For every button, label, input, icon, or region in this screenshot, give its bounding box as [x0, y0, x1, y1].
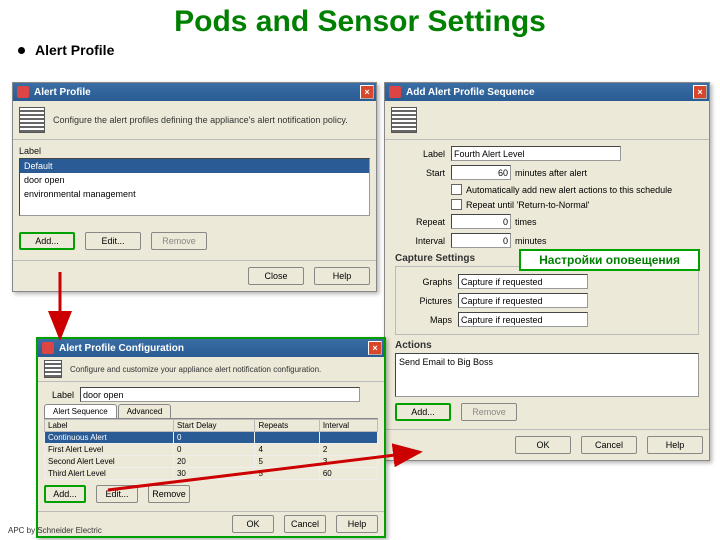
interval-unit: minutes — [515, 236, 547, 246]
remove-button[interactable]: Remove — [148, 485, 190, 503]
help-button[interactable]: Help — [336, 515, 378, 533]
auto-add-label: Automatically add new alert actions to t… — [466, 185, 672, 195]
close-icon[interactable]: × — [693, 85, 707, 99]
header-row: Configure and customize your appliance a… — [38, 357, 384, 382]
label-heading: Label — [19, 146, 370, 156]
tab-advanced[interactable]: Advanced — [118, 404, 172, 418]
label-field[interactable] — [80, 387, 360, 402]
close-icon[interactable]: × — [368, 341, 382, 355]
action-item[interactable]: Send Email to Big Boss — [399, 357, 695, 367]
add-button[interactable]: Add... — [19, 232, 75, 250]
actions-heading: Actions — [395, 340, 699, 351]
label-lab: Label — [395, 149, 445, 159]
start-unit: minutes after alert — [515, 168, 587, 178]
help-button[interactable]: Help — [647, 436, 703, 454]
remove-button: Remove — [151, 232, 207, 250]
start-field[interactable] — [451, 165, 511, 180]
col-interval: Interval — [319, 420, 377, 432]
bullet-icon — [18, 47, 25, 54]
edit-button[interactable]: Edit... — [85, 232, 141, 250]
actions-list[interactable]: Send Email to Big Boss — [395, 353, 699, 397]
title-text: Alert Profile — [34, 87, 91, 98]
interval-field[interactable] — [451, 233, 511, 248]
profile-list[interactable]: Default door open environmental manageme… — [19, 158, 370, 216]
bullet-text: Alert Profile — [35, 42, 114, 58]
col-repeats: Repeats — [255, 420, 319, 432]
header-icon — [19, 107, 45, 133]
sequence-table[interactable]: LabelStart DelayRepeatsInterval Continuo… — [44, 419, 378, 480]
repeat-field[interactable] — [451, 214, 511, 229]
table-row[interactable]: Second Alert Level2053 — [45, 456, 378, 468]
annotation-capture: Настройки оповещения — [519, 249, 700, 271]
maps-lab: Maps — [402, 315, 452, 325]
cancel-button[interactable]: Cancel — [284, 515, 326, 533]
ok-button[interactable]: OK — [515, 436, 571, 454]
header-desc: Configure and customize your appliance a… — [70, 365, 321, 374]
header-desc: Configure the alert profiles defining th… — [53, 115, 348, 125]
titlebar: Alert Profile × — [13, 83, 376, 101]
slide-title: Pods and Sensor Settings — [0, 0, 720, 42]
repeat-until-label: Repeat until 'Return-to-Normal' — [466, 200, 590, 210]
add-button[interactable]: Add... — [44, 485, 86, 503]
cancel-button[interactable]: Cancel — [581, 436, 637, 454]
edit-button[interactable]: Edit... — [96, 485, 138, 503]
list-item[interactable]: Default — [20, 159, 369, 173]
col-label: Label — [45, 420, 174, 432]
repeat-unit: times — [515, 217, 537, 227]
help-button[interactable]: Help — [314, 267, 370, 285]
graphs-select[interactable] — [458, 274, 588, 289]
graphs-lab: Graphs — [402, 277, 452, 287]
header-row — [385, 101, 709, 140]
app-icon — [17, 86, 29, 98]
header-row: Configure the alert profiles defining th… — [13, 101, 376, 140]
auto-add-checkbox[interactable] — [451, 184, 462, 195]
table-row[interactable]: Third Alert Level30560 — [45, 468, 378, 480]
pictures-select[interactable] — [458, 293, 588, 308]
ok-button[interactable]: OK — [232, 515, 274, 533]
titlebar: Add Alert Profile Sequence × — [385, 83, 709, 101]
add-action-button[interactable]: Add... — [395, 403, 451, 421]
tabset: Alert Sequence Advanced — [44, 404, 378, 419]
close-button[interactable]: Close — [248, 267, 304, 285]
titlebar: Alert Profile Configuration × — [38, 339, 384, 357]
start-lab: Start — [395, 168, 445, 178]
interval-lab: Interval — [395, 236, 445, 246]
table-row[interactable]: First Alert Level042 — [45, 444, 378, 456]
header-icon — [391, 107, 417, 133]
maps-select[interactable] — [458, 312, 588, 327]
profile-config-window: Alert Profile Configuration × Configure … — [36, 337, 386, 538]
table-row[interactable]: Continuous Alert0 — [45, 432, 378, 444]
add-sequence-window: Add Alert Profile Sequence × Label Start… — [384, 82, 710, 461]
col-start: Start Delay — [173, 420, 254, 432]
label-field[interactable] — [451, 146, 621, 161]
app-icon — [389, 86, 401, 98]
label-lab: Label — [44, 390, 74, 400]
tab-alert-sequence[interactable]: Alert Sequence — [44, 404, 117, 418]
title-text: Add Alert Profile Sequence — [406, 87, 535, 98]
bullet-item: Alert Profile — [0, 42, 720, 58]
app-icon — [42, 342, 54, 354]
title-text: Alert Profile Configuration — [59, 343, 184, 354]
header-icon — [44, 360, 62, 378]
repeat-until-checkbox[interactable] — [451, 199, 462, 210]
list-item[interactable]: door open — [20, 173, 369, 187]
remove-action-button: Remove — [461, 403, 517, 421]
list-item[interactable]: environmental management — [20, 187, 369, 201]
repeat-lab: Repeat — [395, 217, 445, 227]
close-icon[interactable]: × — [360, 85, 374, 99]
pictures-lab: Pictures — [402, 296, 452, 306]
alert-profile-window: Alert Profile × Configure the alert prof… — [12, 82, 377, 292]
footer-text: APC by Schneider Electric — [8, 526, 102, 535]
